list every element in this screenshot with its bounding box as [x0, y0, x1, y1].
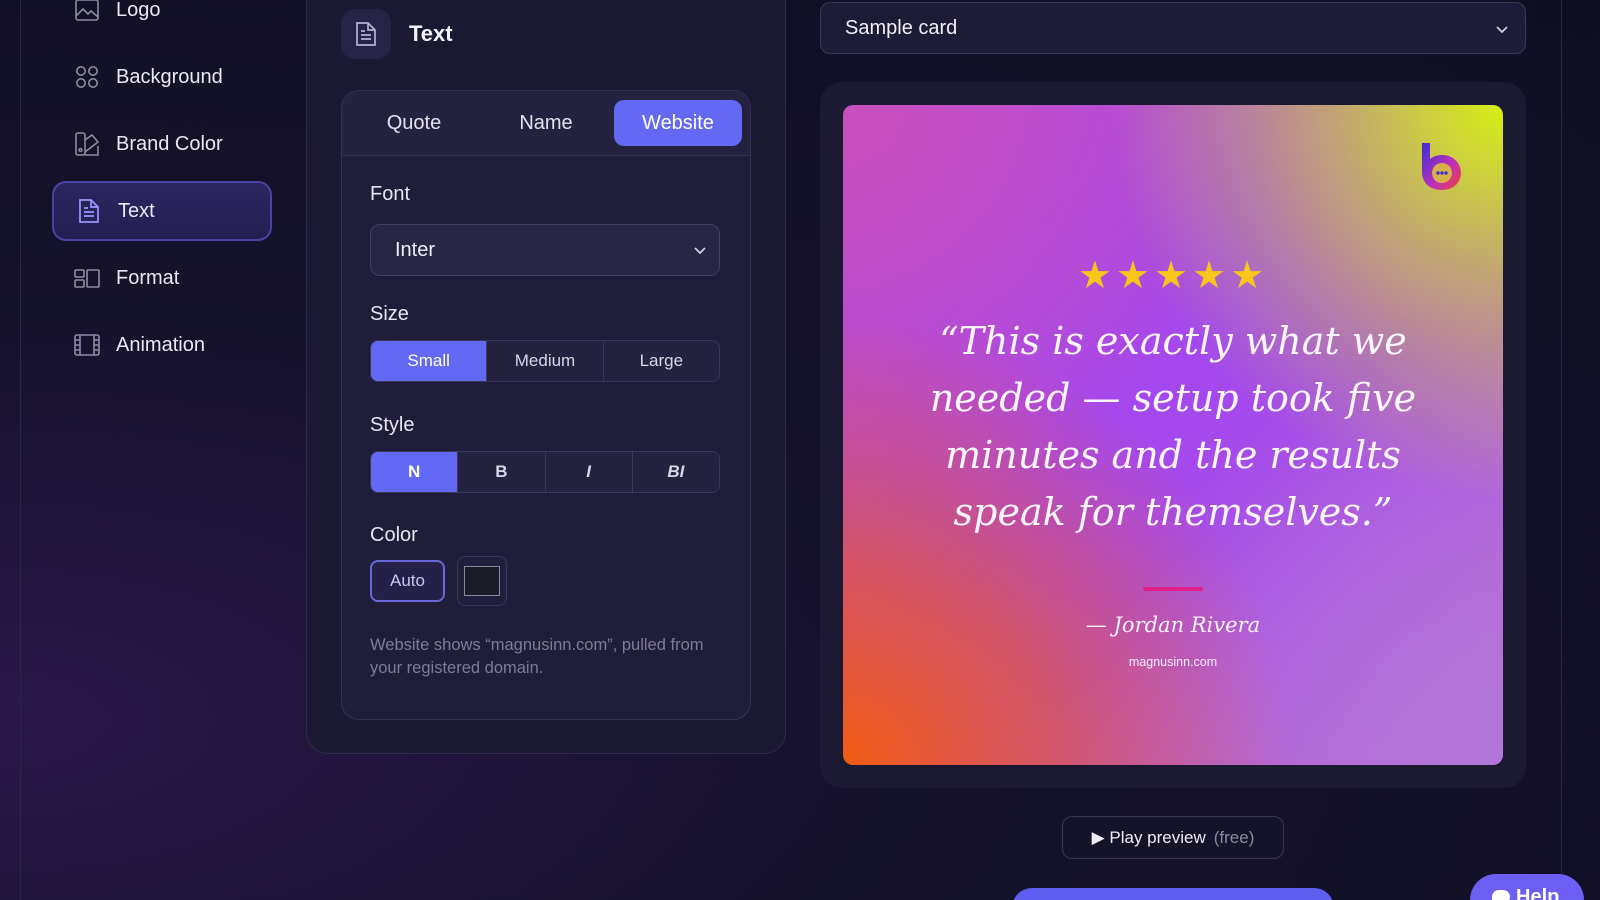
style-option-normal[interactable]: N — [371, 452, 458, 492]
layout-icon — [74, 265, 100, 291]
color-swatch — [464, 566, 500, 596]
sidebar-item-logo[interactable]: Logo — [52, 0, 272, 40]
sidebar-item-brand-color[interactable]: Brand Color — [52, 114, 272, 174]
color-auto-button[interactable]: Auto — [370, 560, 445, 602]
sidebar-item-animation[interactable]: Animation — [52, 315, 272, 375]
testimonial-website: magnusinn.com — [1128, 655, 1218, 669]
text-settings-panel: Text Quote Name Website Font Inter Size … — [306, 0, 786, 754]
sidebar-item-label: Logo — [116, 0, 161, 21]
sidebar-item-label: Text — [118, 199, 155, 222]
color-options: Auto — [370, 556, 507, 606]
play-preview-label: ▶ Play preview — [1091, 827, 1206, 847]
document-icon — [341, 9, 391, 59]
chevron-down-icon — [1495, 20, 1509, 43]
accent-divider — [1143, 587, 1203, 591]
font-label: Font — [370, 183, 411, 205]
sidebar-item-label: Format — [116, 266, 180, 289]
play-preview-button[interactable]: ▶ Play preview (free) — [1062, 816, 1284, 859]
star-rating: ★★★★★ — [1077, 255, 1269, 297]
sidebar: Logo Background Brand Color Text Format … — [52, 0, 272, 382]
text-settings-card: Quote Name Website Font Inter Size Small… — [341, 90, 751, 720]
style-segmented-control: N B I BI — [370, 451, 720, 493]
primary-action-button[interactable] — [1012, 888, 1334, 900]
help-label: Help — [1516, 886, 1560, 900]
style-option-italic[interactable]: I — [544, 452, 632, 492]
chat-bubble-icon — [1492, 890, 1510, 900]
sidebar-item-label: Background — [116, 65, 223, 88]
help-button[interactable]: Help — [1470, 874, 1584, 900]
panel-header: Text — [341, 9, 453, 59]
website-hint: Website shows “magnusinn.com”, pulled fr… — [370, 636, 704, 677]
style-option-bold-italic[interactable]: BI — [631, 452, 719, 492]
brand-logo — [1422, 143, 1461, 190]
size-option-large[interactable]: Large — [602, 341, 719, 381]
style-label: Style — [370, 414, 415, 436]
panel-title: Text — [409, 21, 453, 46]
tab-website[interactable]: Website — [614, 100, 742, 146]
testimonial-quote: “This is exactly what we needed — setup … — [929, 319, 1417, 534]
tab-quote[interactable]: Quote — [350, 100, 478, 146]
color-label: Color — [370, 524, 418, 546]
style-option-bold[interactable]: B — [457, 452, 544, 492]
sidebar-item-label: Brand Color — [116, 132, 223, 155]
film-icon — [74, 332, 100, 358]
testimonial-card-preview: ★★★★★ “This is exactly what we needed — … — [843, 105, 1503, 765]
color-swatch-button[interactable] — [457, 556, 507, 606]
sidebar-item-label: Animation — [116, 333, 205, 356]
size-segmented-control: Small Medium Large — [370, 340, 720, 382]
size-option-small[interactable]: Small — [371, 341, 487, 381]
chevron-down-icon — [693, 241, 707, 264]
grid-icon — [74, 64, 100, 90]
sidebar-item-format[interactable]: Format — [52, 248, 272, 308]
testimonial-author: — Jordan Rivera — [1085, 613, 1261, 637]
font-select-value: Inter — [395, 238, 436, 261]
font-select[interactable]: Inter — [370, 224, 720, 276]
play-preview-free-label: (free) — [1213, 827, 1255, 847]
sidebar-item-text[interactable]: Text — [52, 181, 272, 241]
size-label: Size — [370, 303, 409, 325]
size-option-medium[interactable]: Medium — [486, 341, 602, 381]
sidebar-item-background[interactable]: Background — [52, 47, 272, 107]
sample-select-value: Sample card — [845, 16, 958, 39]
document-icon — [76, 198, 102, 224]
image-icon — [74, 0, 100, 23]
tab-name[interactable]: Name — [482, 100, 610, 146]
sample-card-select[interactable]: Sample card — [820, 2, 1526, 54]
text-target-tabs: Quote Name Website — [342, 91, 750, 156]
palette-icon — [74, 131, 100, 157]
